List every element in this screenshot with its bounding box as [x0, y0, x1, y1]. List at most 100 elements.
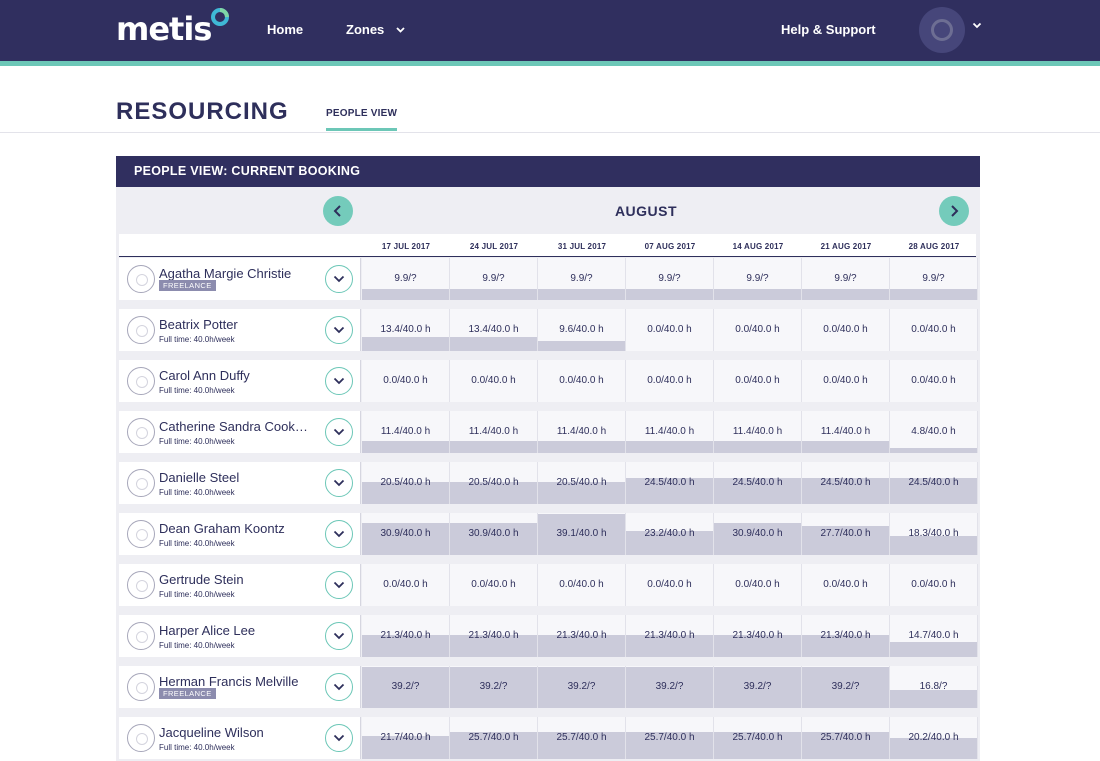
- expand-row-button[interactable]: [325, 571, 353, 599]
- booking-cell[interactable]: 21.3/40.0 h: [714, 615, 802, 657]
- nav-help-support-link[interactable]: Help & Support: [781, 22, 876, 38]
- booking-cell[interactable]: 11.4/40.0 h: [450, 411, 538, 453]
- expand-row-button[interactable]: [325, 469, 353, 497]
- booking-cell[interactable]: 20.2/40.0 h: [890, 717, 978, 759]
- booking-cell[interactable]: 18.3/40.0 h: [890, 513, 978, 555]
- booking-cell[interactable]: 30.9/40.0 h: [714, 513, 802, 555]
- booking-cell[interactable]: 0.0/40.0 h: [538, 360, 626, 402]
- booking-cell[interactable]: 21.3/40.0 h: [626, 615, 714, 657]
- booking-cell[interactable]: 0.0/40.0 h: [802, 360, 890, 402]
- person-name[interactable]: Agatha Margie Christie: [159, 266, 314, 281]
- booking-cell[interactable]: 21.7/40.0 h: [362, 717, 450, 759]
- booking-cell[interactable]: 25.7/40.0 h: [626, 717, 714, 759]
- booking-cell[interactable]: 25.7/40.0 h: [802, 717, 890, 759]
- booking-cell[interactable]: 20.5/40.0 h: [362, 462, 450, 504]
- booking-cell[interactable]: 9.9/?: [626, 258, 714, 300]
- booking-cell[interactable]: 21.3/40.0 h: [538, 615, 626, 657]
- next-month-button[interactable]: [939, 196, 969, 226]
- booking-cell[interactable]: 24.5/40.0 h: [714, 462, 802, 504]
- person-name[interactable]: Jacqueline Wilson: [159, 725, 314, 740]
- person-name[interactable]: Herman Francis Melville: [159, 674, 314, 689]
- booking-cell[interactable]: 0.0/40.0 h: [890, 309, 978, 351]
- tab-people-view[interactable]: PEOPLE VIEW: [326, 108, 398, 131]
- booking-cell[interactable]: 0.0/40.0 h: [714, 564, 802, 606]
- nav-home-link[interactable]: Home: [267, 22, 303, 38]
- expand-row-button[interactable]: [325, 265, 353, 293]
- booking-cell[interactable]: 0.0/40.0 h: [890, 564, 978, 606]
- booking-cell[interactable]: 11.4/40.0 h: [626, 411, 714, 453]
- booking-cell[interactable]: 9.9/?: [890, 258, 978, 300]
- booking-cell[interactable]: 11.4/40.0 h: [362, 411, 450, 453]
- booking-cell[interactable]: 11.4/40.0 h: [802, 411, 890, 453]
- booking-cell[interactable]: 39.2/?: [362, 666, 450, 708]
- booking-cell[interactable]: 0.0/40.0 h: [450, 360, 538, 402]
- expand-row-button[interactable]: [325, 367, 353, 395]
- booking-cell[interactable]: 16.8/?: [890, 666, 978, 708]
- person-name[interactable]: Gertrude Stein: [159, 572, 314, 587]
- booking-cell[interactable]: 39.2/?: [450, 666, 538, 708]
- booking-cell[interactable]: 24.5/40.0 h: [890, 462, 978, 504]
- booking-cell[interactable]: 0.0/40.0 h: [626, 564, 714, 606]
- booking-cell[interactable]: 0.0/40.0 h: [802, 564, 890, 606]
- booking-cell[interactable]: 0.0/40.0 h: [626, 309, 714, 351]
- person-name[interactable]: Catherine Sandra Cookson: [159, 419, 314, 434]
- booking-cell[interactable]: 39.2/?: [538, 666, 626, 708]
- booking-cell[interactable]: 9.9/?: [450, 258, 538, 300]
- booking-cell[interactable]: 0.0/40.0 h: [714, 360, 802, 402]
- person-name[interactable]: Harper Alice Lee: [159, 623, 314, 638]
- booking-cell[interactable]: 9.9/?: [802, 258, 890, 300]
- booking-cell[interactable]: 25.7/40.0 h: [538, 717, 626, 759]
- user-avatar-button[interactable]: [919, 7, 965, 53]
- booking-cell[interactable]: 23.2/40.0 h: [626, 513, 714, 555]
- expand-row-button[interactable]: [325, 520, 353, 548]
- booking-cell[interactable]: 21.3/40.0 h: [362, 615, 450, 657]
- booking-cell[interactable]: 24.5/40.0 h: [802, 462, 890, 504]
- person-name[interactable]: Carol Ann Duffy: [159, 368, 314, 383]
- person-name[interactable]: Danielle Steel: [159, 470, 314, 485]
- previous-month-button[interactable]: [323, 196, 353, 226]
- booking-cell[interactable]: 0.0/40.0 h: [626, 360, 714, 402]
- booking-cell[interactable]: 20.5/40.0 h: [538, 462, 626, 504]
- booking-cell[interactable]: 14.7/40.0 h: [890, 615, 978, 657]
- person-row: Danielle Steel Full time: 40.0h/week 20.5/…: [119, 462, 978, 504]
- booking-cell[interactable]: 9.9/?: [714, 258, 802, 300]
- booking-cell[interactable]: 0.0/40.0 h: [714, 309, 802, 351]
- booking-cell[interactable]: 30.9/40.0 h: [362, 513, 450, 555]
- booking-cell[interactable]: 13.4/40.0 h: [362, 309, 450, 351]
- person-name[interactable]: Beatrix Potter: [159, 317, 314, 332]
- booking-cell[interactable]: 39.2/?: [714, 666, 802, 708]
- booking-cell[interactable]: 11.4/40.0 h: [538, 411, 626, 453]
- user-menu-chevron-icon[interactable]: [972, 22, 982, 29]
- booking-cell[interactable]: 21.3/40.0 h: [802, 615, 890, 657]
- booking-cell[interactable]: 4.8/40.0 h: [890, 411, 978, 453]
- booking-cell[interactable]: 0.0/40.0 h: [362, 564, 450, 606]
- booking-cell[interactable]: 13.4/40.0 h: [450, 309, 538, 351]
- expand-row-button[interactable]: [325, 673, 353, 701]
- booking-cell[interactable]: 11.4/40.0 h: [714, 411, 802, 453]
- booking-cell[interactable]: 39.2/?: [626, 666, 714, 708]
- booking-cell[interactable]: 30.9/40.0 h: [450, 513, 538, 555]
- booking-cell[interactable]: 9.6/40.0 h: [538, 309, 626, 351]
- booking-cell[interactable]: 0.0/40.0 h: [802, 309, 890, 351]
- booking-cell[interactable]: 25.7/40.0 h: [450, 717, 538, 759]
- booking-cell[interactable]: 25.7/40.0 h: [714, 717, 802, 759]
- booking-cell[interactable]: 0.0/40.0 h: [362, 360, 450, 402]
- booking-cell[interactable]: 39.2/?: [802, 666, 890, 708]
- metis-logo[interactable]: metis: [116, 8, 229, 49]
- booking-cell[interactable]: 39.1/40.0 h: [538, 513, 626, 555]
- booking-cell[interactable]: 21.3/40.0 h: [450, 615, 538, 657]
- expand-row-button[interactable]: [325, 418, 353, 446]
- expand-row-button[interactable]: [325, 724, 353, 752]
- expand-row-button[interactable]: [325, 622, 353, 650]
- booking-cell[interactable]: 9.9/?: [538, 258, 626, 300]
- expand-row-button[interactable]: [325, 316, 353, 344]
- booking-cell[interactable]: 0.0/40.0 h: [450, 564, 538, 606]
- person-name[interactable]: Dean Graham Koontz: [159, 521, 314, 536]
- booking-cell[interactable]: 27.7/40.0 h: [802, 513, 890, 555]
- booking-cell[interactable]: 0.0/40.0 h: [538, 564, 626, 606]
- booking-cell[interactable]: 24.5/40.0 h: [626, 462, 714, 504]
- booking-cell[interactable]: 0.0/40.0 h: [890, 360, 978, 402]
- nav-zones-menu[interactable]: Zones: [346, 22, 405, 38]
- booking-cell[interactable]: 9.9/?: [362, 258, 450, 300]
- booking-cell[interactable]: 20.5/40.0 h: [450, 462, 538, 504]
